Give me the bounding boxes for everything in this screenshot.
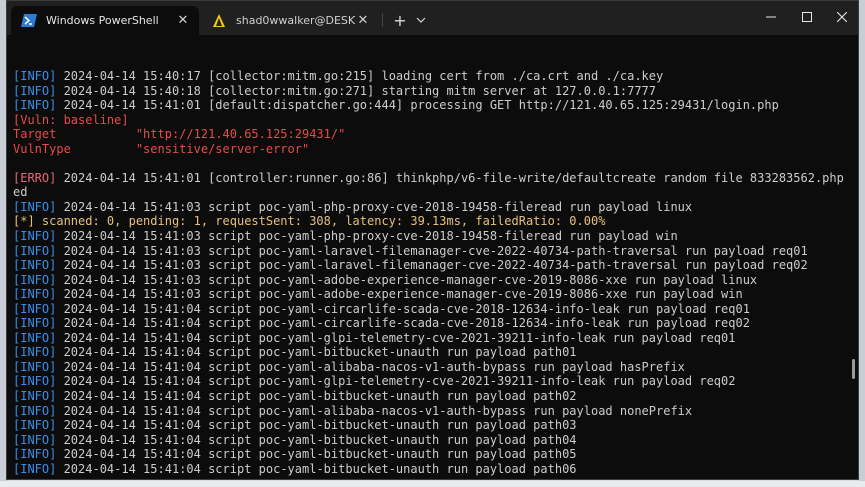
log-message: 2024-04-14 15:41:03 script poc-yaml-php-… (56, 199, 693, 214)
log-level-tag: [INFO] (13, 301, 57, 316)
log-level-tag: [INFO] (13, 345, 57, 360)
log-message: 2024-04-14 15:41:04 script poc-yaml-glpi… (56, 374, 736, 389)
log-level-tag: [INFO] (13, 229, 57, 244)
terminal-line: [INFO] 2024-04-14 15:41:04 script poc-ya… (13, 418, 844, 433)
log-level-tag: [INFO] (13, 461, 57, 476)
terminal-line: [INFO] 2024-04-14 15:41:04 script poc-ya… (13, 433, 844, 448)
log-message: ed (13, 185, 28, 200)
terminal-line: [INFO] 2024-04-14 15:41:04 script poc-ya… (13, 447, 844, 462)
log-message: 2024-04-14 15:41:03 script poc-yaml-adob… (56, 287, 743, 302)
log-message: 2024-04-14 15:41:01 [default:dispatcher.… (56, 98, 779, 113)
terminal-line: [INFO] 2024-04-14 15:41:04 script poc-ya… (13, 374, 844, 389)
new-tab-button[interactable]: + (389, 10, 411, 30)
log-level-tag: [INFO] (13, 199, 57, 214)
log-message: 2024-04-14 15:40:18 [collector:mitm.go:2… (56, 83, 657, 98)
tab-label: shad0wwalker@DESKTOP-6A6 (236, 14, 355, 27)
terminal-line: VulnType "sensitive/server-error" (13, 142, 844, 157)
log-message: 2024-04-14 15:41:03 script poc-yaml-php-… (56, 229, 678, 244)
log-level-tag: [INFO] (13, 447, 57, 462)
log-message: 2024-04-14 15:41:04 script poc-yaml-bitb… (56, 418, 577, 433)
log-message: 2024-04-14 15:40:17 [collector:mitm.go:2… (56, 69, 664, 83)
chevron-down-icon[interactable] (411, 10, 431, 30)
log-message: 2024-04-14 15:41:04 script poc-yaml-circ… (56, 301, 750, 316)
maximize-icon[interactable] (789, 1, 825, 33)
log-level-tag: [INFO] (13, 389, 57, 404)
terminal-line: [INFO] 2024-04-14 15:41:03 script poc-ya… (13, 229, 844, 244)
linux-penguin-icon (211, 14, 227, 28)
scrollbar-thumb[interactable] (852, 359, 855, 379)
terminal-line: [INFO] 2024-04-14 15:41:04 script poc-ya… (13, 345, 844, 360)
log-message: 2024-04-14 15:41:04 script poc-yaml-alib… (56, 403, 693, 418)
log-level-tag: Target "http://121.40.65.125:29431/" (13, 127, 346, 142)
log-level-tag: VulnType "sensitive/server-error" (13, 141, 310, 156)
log-level-tag: [INFO] (13, 359, 57, 374)
log-level-tag: [ERRO] (13, 170, 57, 185)
powershell-icon (21, 14, 37, 28)
log-level-tag: [INFO] (13, 243, 57, 258)
terminal-line: [INFO] 2024-04-14 15:41:03 script poc-ya… (13, 244, 844, 259)
log-message: 2024-04-14 15:41:04 script poc-yaml-bitb… (56, 389, 577, 404)
log-level-tag: [INFO] (13, 403, 57, 418)
log-message: 2024-04-14 15:41:04 script poc-yaml-glpi… (56, 330, 736, 345)
log-level-tag: [INFO] (13, 272, 57, 287)
terminal-window: Windows PowerShell ✕ shad0wwalker@DESKTO… (6, 0, 859, 480)
log-level-tag: [INFO] (13, 69, 57, 83)
log-level-tag: [INFO] (13, 418, 57, 433)
log-level-tag: [Vuln: baseline] (13, 112, 129, 127)
terminal-line: [*] scanned: 0, pending: 1, requestSent:… (13, 214, 844, 229)
log-level-tag: [INFO] (13, 330, 57, 345)
terminal-line: [INFO] 2024-04-14 15:41:04 script poc-ya… (13, 316, 844, 331)
tab-wsl-shell[interactable]: shad0wwalker@DESKTOP-6A6 ✕ (201, 6, 379, 35)
terminal-line: [INFO] 2024-04-14 15:40:18 [collector:mi… (13, 84, 844, 99)
tab-separator (382, 13, 383, 27)
terminal-line: [ERRO] 2024-04-14 15:41:01 [controller:r… (13, 171, 844, 186)
title-bar[interactable]: Windows PowerShell ✕ shad0wwalker@DESKTO… (7, 1, 858, 35)
desktop-background-bottom (0, 481, 865, 487)
terminal-line: [INFO] 2024-04-14 15:40:17 [collector:mi… (13, 69, 844, 84)
log-level-tag: [INFO] (13, 287, 57, 302)
log-message: 2024-04-14 15:41:04 script poc-yaml-circ… (56, 316, 750, 331)
terminal-line: Target "http://121.40.65.125:29431/" (13, 127, 844, 142)
terminal-line: [Vuln: baseline] (13, 113, 844, 128)
terminal-line: [INFO] 2024-04-14 15:41:03 script poc-ya… (13, 287, 844, 302)
minimize-icon[interactable] (753, 1, 789, 33)
log-level-tag: [INFO] (13, 258, 57, 273)
terminal-line: [INFO] 2024-04-14 15:41:04 script poc-ya… (13, 462, 844, 477)
log-message: 2024-04-14 15:41:04 script poc-yaml-bitb… (56, 447, 577, 462)
close-tab-icon[interactable]: ✕ (175, 13, 191, 29)
terminal-line: [INFO] 2024-04-14 15:41:03 script poc-ya… (13, 273, 844, 288)
log-message: 2024-04-14 15:41:04 script poc-yaml-bitb… (56, 345, 577, 360)
log-message: 2024-04-14 15:41:01 [controller:runner.g… (56, 170, 844, 185)
terminal-line: [INFO] 2024-04-14 15:41:04 script poc-ya… (13, 360, 844, 375)
terminal-line: ed (13, 185, 844, 200)
terminal-output[interactable]: [INFO] 2024-04-14 15:40:17 [collector:mi… (13, 69, 844, 479)
terminal-line: [INFO] 2024-04-14 15:41:04 script poc-ya… (13, 389, 844, 404)
log-message: 2024-04-14 15:41:03 script poc-yaml-adob… (56, 272, 758, 287)
log-message: 2024-04-14 15:41:04 script poc-yaml-bitb… (56, 461, 577, 476)
log-level-tag: [*] scanned: 0, pending: 1, requestSent:… (13, 214, 606, 229)
tab-windows-powershell[interactable]: Windows PowerShell ✕ (11, 6, 199, 35)
log-message: 2024-04-14 15:41:03 script poc-yaml-lara… (56, 258, 808, 273)
terminal-line: [INFO] 2024-04-14 15:41:03 script poc-ya… (13, 200, 844, 215)
terminal-line: [INFO] 2024-04-14 15:41:03 script poc-ya… (13, 258, 844, 273)
close-window-icon[interactable] (824, 1, 858, 33)
log-level-tag: [INFO] (13, 316, 57, 331)
log-level-tag: [INFO] (13, 432, 57, 447)
desktop-background-right (859, 0, 865, 487)
terminal-line: [INFO] 2024-04-14 15:41:04 script poc-ya… (13, 404, 844, 419)
close-tab-icon[interactable]: ✕ (355, 13, 371, 29)
log-level-tag: [INFO] (13, 83, 57, 98)
log-message: 2024-04-14 15:41:04 script poc-yaml-bitb… (56, 432, 577, 447)
terminal-line: [INFO] 2024-04-14 15:41:04 script poc-ya… (13, 331, 844, 346)
log-level-tag: [INFO] (13, 374, 57, 389)
terminal-line: [INFO] 2024-04-14 15:41:04 script poc-ya… (13, 302, 844, 317)
tab-label: Windows PowerShell (46, 14, 159, 27)
log-level-tag: [INFO] (13, 98, 57, 113)
log-message: 2024-04-14 15:41:04 script poc-yaml-alib… (56, 359, 685, 374)
terminal-line: [INFO] 2024-04-14 15:41:01 [default:disp… (13, 98, 844, 113)
log-message: 2024-04-14 15:41:03 script poc-yaml-lara… (56, 243, 808, 258)
